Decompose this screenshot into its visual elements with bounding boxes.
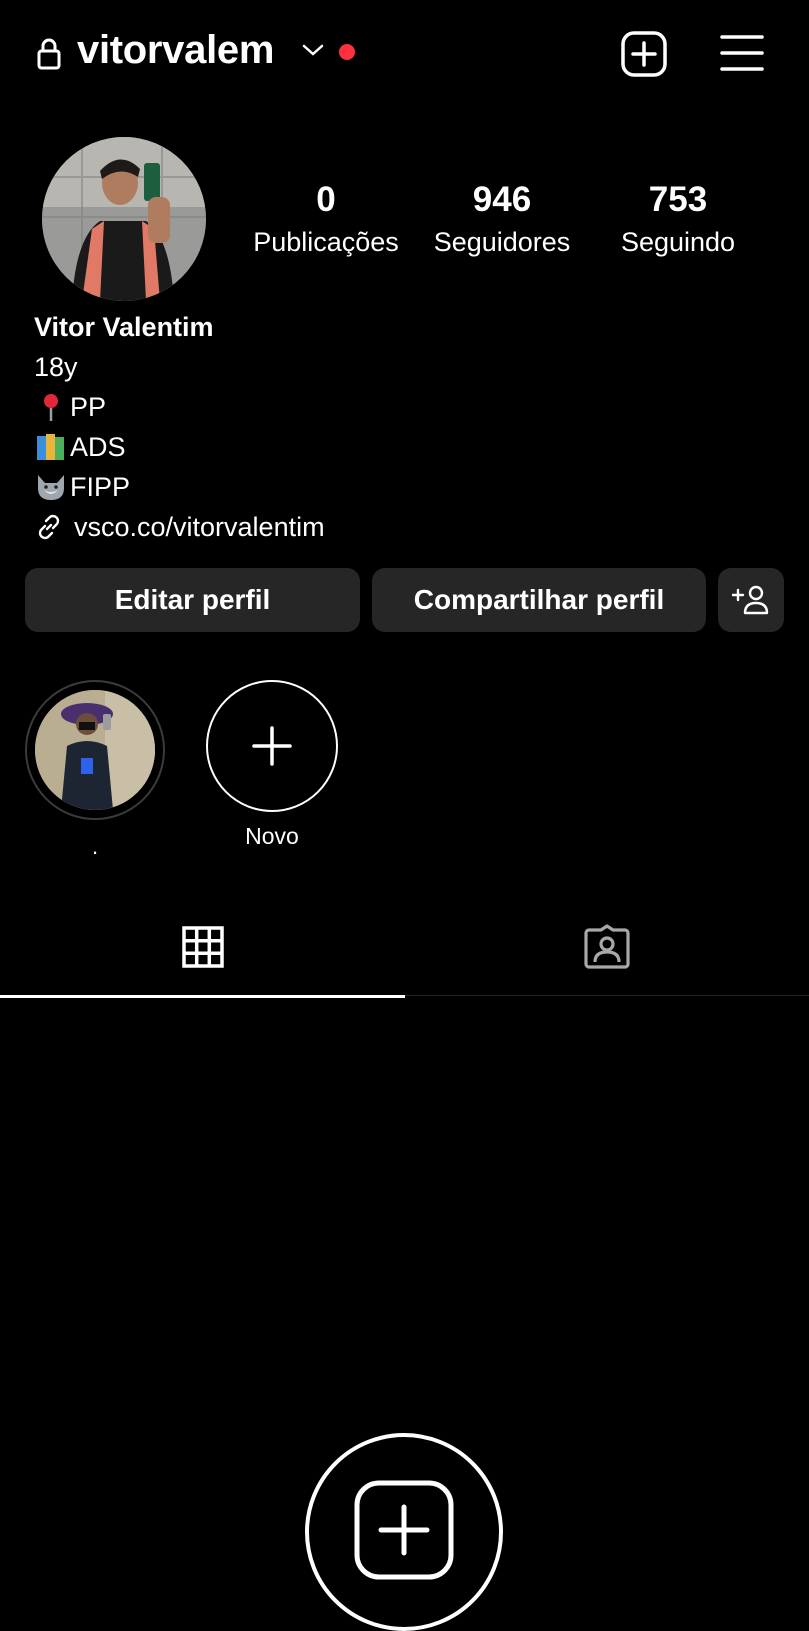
new-post-icon[interactable] xyxy=(620,30,668,78)
plus-icon xyxy=(252,726,292,766)
stat-followers[interactable]: 946 Seguidores xyxy=(417,178,587,262)
story-highlight-cover xyxy=(35,690,155,810)
lock-icon xyxy=(37,38,61,70)
avatar-photo xyxy=(42,137,206,301)
new-highlight-label: Novo xyxy=(245,823,299,849)
story-highlight-label: . xyxy=(91,834,99,859)
bio-line-course-text: ADS xyxy=(70,432,126,462)
story-highlight[interactable] xyxy=(25,680,165,820)
bio-line-location-text: PP xyxy=(70,392,107,422)
tab-tagged[interactable] xyxy=(405,900,809,996)
stat-followers-label[interactable]: Seguidores xyxy=(417,222,587,262)
menu-icon[interactable] xyxy=(720,33,764,73)
stat-followers-count[interactable]: 946 xyxy=(417,178,587,222)
avatar[interactable] xyxy=(42,137,206,301)
bio-link[interactable]: vsco.co/vitorvalentim xyxy=(34,507,325,547)
bio-section: Vitor Valentim 18y PP ADS FIPP vsco.co/v… xyxy=(34,307,325,547)
bio-link-text[interactable]: vsco.co/vitorvalentim xyxy=(74,507,325,547)
bio-line-location: PP xyxy=(34,387,325,427)
edit-profile-button[interactable]: Editar perfil xyxy=(25,568,360,632)
profile-header: vitorvalem xyxy=(0,0,809,110)
bio-line-school-text: FIPP xyxy=(70,472,131,502)
chevron-down-icon[interactable] xyxy=(301,42,325,58)
username-title[interactable]: vitorvalem xyxy=(77,28,274,73)
bio-line-school: FIPP xyxy=(34,467,325,507)
pin-icon xyxy=(44,394,58,421)
grid-icon xyxy=(182,926,224,968)
books-icon xyxy=(37,434,64,460)
profile-name: Vitor Valentim xyxy=(34,312,214,342)
discover-people-button[interactable] xyxy=(718,568,784,632)
stat-following-label[interactable]: Seguindo xyxy=(593,222,763,262)
stat-posts-label: Publicações xyxy=(253,227,399,257)
tab-posts-grid[interactable] xyxy=(0,900,405,998)
share-profile-button[interactable]: Compartilhar perfil xyxy=(372,568,706,632)
bio-line-course: ADS xyxy=(34,427,325,467)
tagged-icon xyxy=(584,924,630,969)
stat-following-count[interactable]: 753 xyxy=(593,178,763,222)
create-post-icon[interactable] xyxy=(354,1480,454,1580)
new-highlight-button[interactable] xyxy=(206,680,338,812)
notification-dot xyxy=(339,44,355,60)
stat-posts: 0 Publicações xyxy=(241,178,411,262)
wolf-icon xyxy=(38,475,64,500)
highlight-photo xyxy=(35,690,155,810)
link-icon xyxy=(38,514,60,540)
stat-posts-count: 0 xyxy=(316,180,336,219)
add-person-icon xyxy=(731,585,769,615)
bio-line-age: 18y xyxy=(34,352,78,382)
stat-following[interactable]: 753 Seguindo xyxy=(593,178,763,262)
